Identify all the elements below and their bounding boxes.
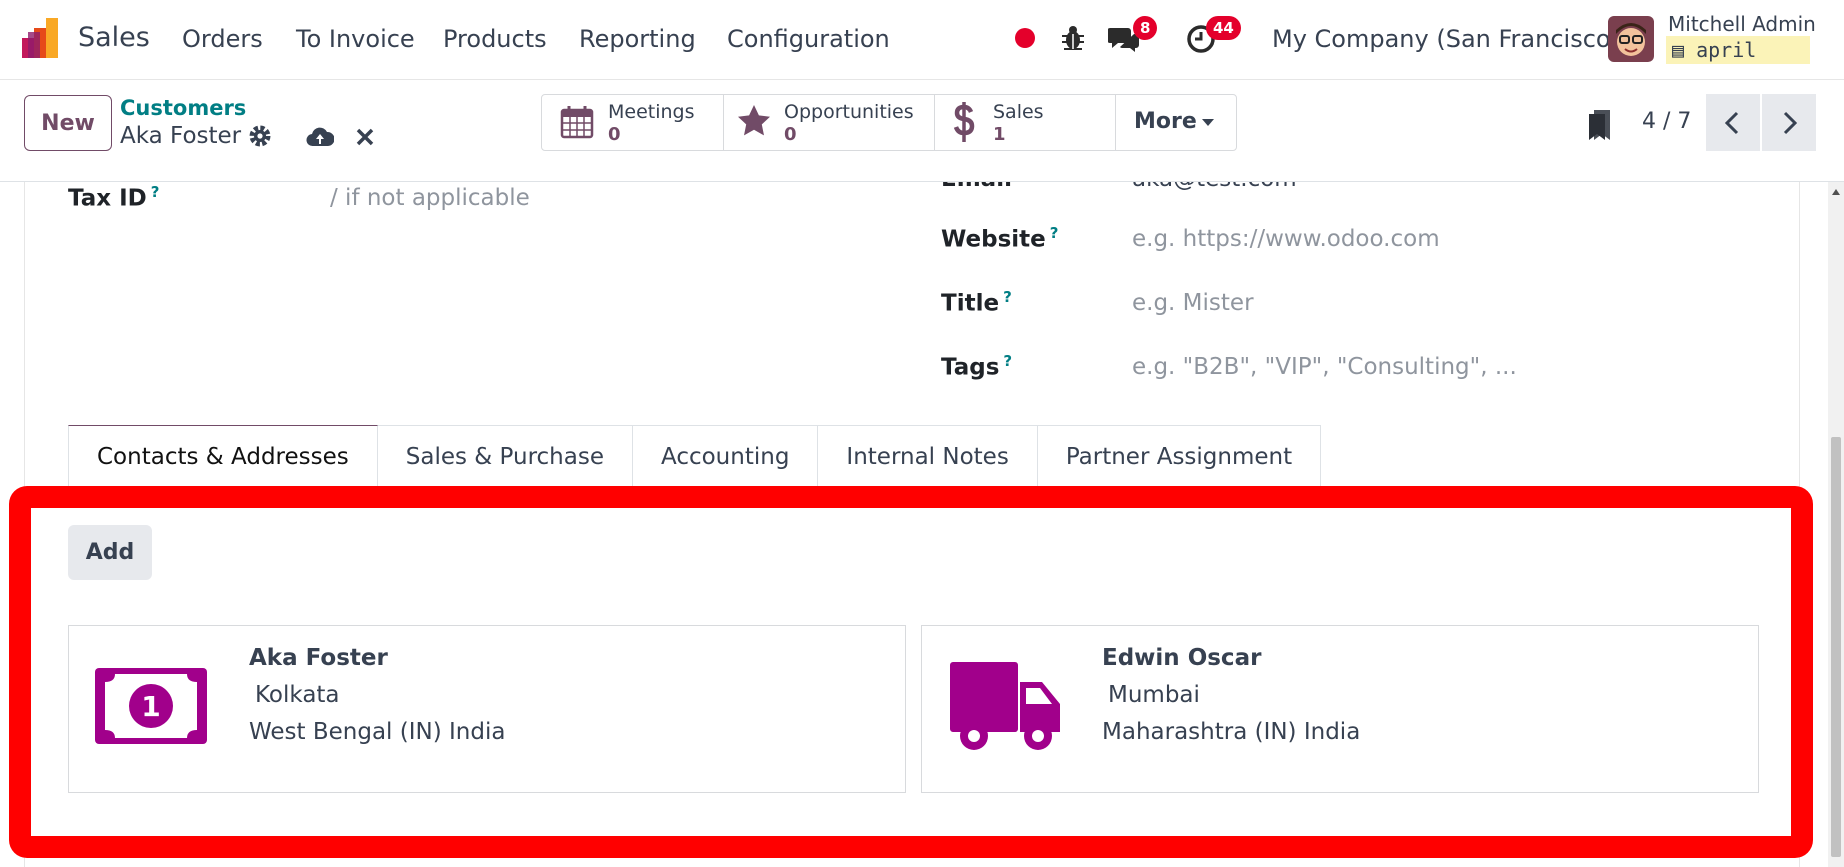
gear-icon[interactable]: [248, 124, 272, 148]
meetings-count: 0: [608, 124, 621, 145]
menu-reporting[interactable]: Reporting: [579, 25, 696, 53]
top-navbar: Sales Orders To Invoice Products Reporti…: [0, 0, 1844, 80]
tab-contacts-addresses[interactable]: Contacts & Addresses: [68, 425, 378, 488]
messages-badge: 8: [1133, 16, 1158, 40]
smart-buttons: Meetings 0 Opportunities 0 Sales 1 More: [541, 94, 1237, 151]
notebook-tabs: Contacts & Addresses Sales & Purchase Ac…: [68, 425, 1322, 488]
bookmark-icon[interactable]: [1586, 108, 1614, 142]
app-name[interactable]: Sales: [78, 22, 150, 53]
title-label-text: Title: [941, 290, 1000, 317]
page-scrollbar[interactable]: [1828, 182, 1844, 867]
caret-down-icon: [1202, 119, 1214, 126]
add-contact-button[interactable]: Add: [68, 525, 152, 580]
record-icon[interactable]: [1014, 27, 1036, 49]
tax-id-label: Tax ID?: [68, 183, 159, 212]
chevron-right-icon: [1783, 111, 1797, 135]
website-label-text: Website: [941, 226, 1046, 253]
database-name: april: [1696, 38, 1757, 62]
tags-help[interactable]: ?: [1003, 352, 1012, 370]
email-label: Email: [941, 182, 1012, 192]
form-sheet: Email aka@test.com Tax ID? / if not appl…: [24, 182, 1800, 867]
contact-city: Kolkata: [255, 682, 340, 708]
contact-region: West Bengal (IN) India: [249, 719, 506, 745]
user-name[interactable]: Mitchell Admin: [1668, 12, 1816, 36]
chevron-left-icon: [1725, 111, 1739, 135]
tab-partner-assignment[interactable]: Partner Assignment: [1037, 425, 1322, 488]
database-icon: ▤: [1672, 38, 1685, 62]
invoice-address-icon: 1: [95, 668, 207, 744]
email-value[interactable]: aka@test.com: [1132, 182, 1297, 192]
more-button[interactable]: More: [1116, 95, 1236, 150]
tags-input[interactable]: e.g. "B2B", "VIP", "Consulting", ...: [1132, 354, 1517, 380]
menu-products[interactable]: Products: [443, 25, 547, 53]
sales-label: Sales: [993, 101, 1044, 123]
title-label: Title?: [941, 288, 1012, 317]
tax-id-input[interactable]: / if not applicable: [330, 185, 530, 211]
tab-accounting[interactable]: Accounting: [632, 425, 819, 488]
opportunities-count: 0: [784, 124, 797, 145]
smart-button-opportunities[interactable]: Opportunities 0: [724, 95, 935, 150]
smart-button-sales[interactable]: Sales 1: [935, 95, 1116, 150]
smart-button-meetings[interactable]: Meetings 0: [542, 95, 724, 150]
delivery-truck-icon: [950, 662, 1060, 750]
sales-count: 1: [993, 124, 1006, 145]
dollar-icon: [953, 102, 975, 142]
more-label: More: [1134, 109, 1197, 134]
control-panel: New Customers Aka Foster Meetings 0 Oppo…: [0, 80, 1844, 182]
menu-configuration[interactable]: Configuration: [727, 25, 890, 53]
menu-orders[interactable]: Orders: [182, 25, 263, 53]
bug-icon[interactable]: [1060, 24, 1086, 52]
sales-app-logo-icon[interactable]: [20, 18, 62, 60]
new-button[interactable]: New: [24, 95, 112, 151]
pager-value[interactable]: 4 / 7: [1642, 109, 1691, 134]
contact-name: Aka Foster: [249, 645, 388, 671]
website-input[interactable]: e.g. https://www.odoo.com: [1132, 226, 1440, 252]
contact-name: Edwin Oscar: [1102, 645, 1262, 671]
breadcrumb-customers[interactable]: Customers: [120, 96, 246, 120]
next-record-button[interactable]: [1762, 94, 1816, 151]
breadcrumb-current: Aka Foster: [120, 123, 242, 149]
database-tag: ▤ april: [1666, 36, 1810, 64]
discard-icon[interactable]: [356, 128, 374, 146]
calendar-icon: [560, 106, 594, 139]
user-avatar[interactable]: [1608, 16, 1654, 62]
website-help[interactable]: ?: [1050, 224, 1059, 242]
website-label: Website?: [941, 224, 1058, 253]
company-switcher[interactable]: My Company (San Francisco): [1272, 25, 1620, 53]
tax-id-label-text: Tax ID: [68, 185, 147, 212]
opportunities-label: Opportunities: [784, 101, 914, 123]
contact-card[interactable]: 1 Aka Foster Kolkata West Bengal (IN) In…: [68, 625, 906, 793]
contact-card[interactable]: Edwin Oscar Mumbai Maharashtra (IN) Indi…: [921, 625, 1759, 793]
star-icon: [738, 105, 770, 136]
contact-region: Maharashtra (IN) India: [1102, 719, 1361, 745]
svg-text:1: 1: [141, 690, 160, 723]
tab-sales-purchase[interactable]: Sales & Purchase: [377, 425, 633, 488]
tags-label-text: Tags: [941, 354, 1000, 381]
tax-id-help[interactable]: ?: [151, 183, 160, 201]
contact-city: Mumbai: [1108, 682, 1200, 708]
menu-to-invoice[interactable]: To Invoice: [296, 25, 415, 53]
previous-record-button[interactable]: [1706, 94, 1760, 151]
activities-badge: 44: [1206, 16, 1241, 40]
tab-internal-notes[interactable]: Internal Notes: [818, 425, 1038, 488]
tags-label: Tags?: [941, 352, 1012, 381]
title-input[interactable]: e.g. Mister: [1132, 290, 1254, 316]
title-help[interactable]: ?: [1003, 288, 1012, 306]
cloud-upload-icon[interactable]: [306, 126, 334, 148]
meetings-label: Meetings: [608, 101, 695, 123]
